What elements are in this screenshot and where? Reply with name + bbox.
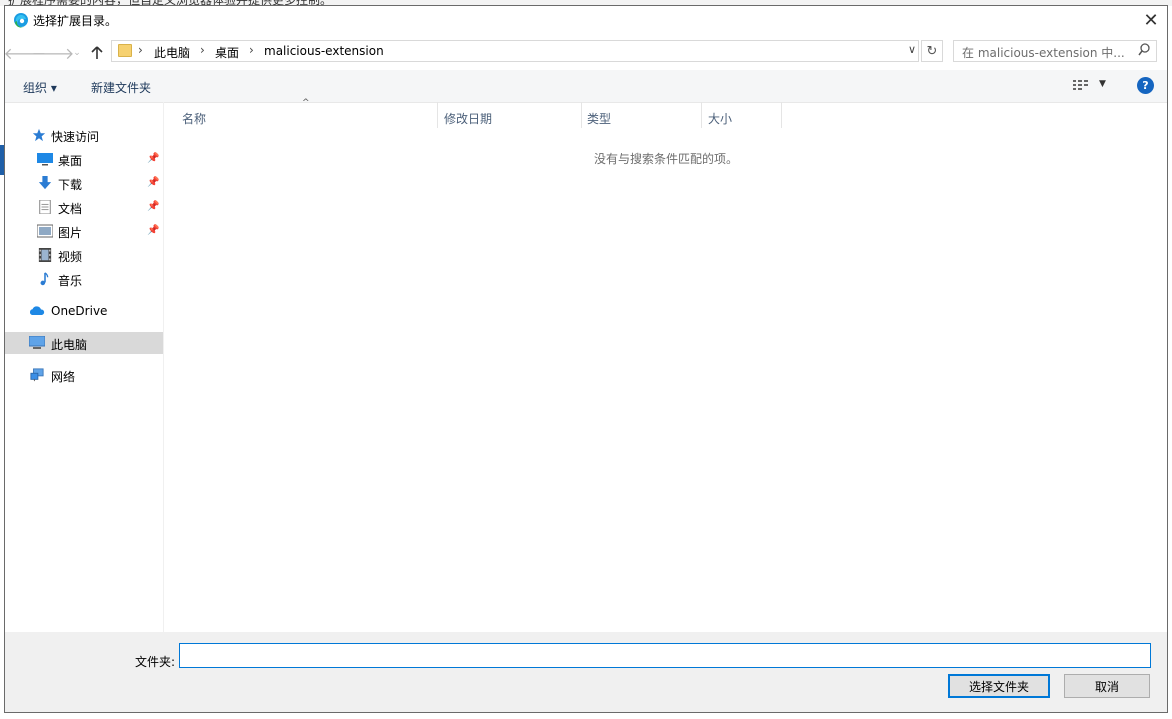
column-divider[interactable] — [581, 102, 582, 128]
organize-menu[interactable]: 组织 ▾ — [23, 79, 57, 96]
empty-results-message: 没有与搜索条件匹配的项。 — [594, 152, 739, 166]
nav-item-documents[interactable]: 文档 📌 — [5, 196, 163, 218]
edge-browser-icon — [14, 13, 28, 28]
select-folder-button[interactable]: 选择文件夹 — [948, 674, 1050, 698]
breadcrumb-separator-icon[interactable]: › — [200, 43, 205, 57]
music-icon — [40, 272, 49, 286]
column-divider[interactable] — [701, 102, 702, 128]
folder-name-input[interactable] — [179, 643, 1151, 668]
video-icon — [38, 248, 52, 262]
nav-item-pictures[interactable]: 图片 📌 — [5, 220, 163, 242]
new-folder-button[interactable]: 新建文件夹 — [91, 79, 151, 96]
pin-icon: 📌 — [147, 225, 160, 236]
search-placeholder: 在 malicious-extension 中... — [962, 46, 1125, 60]
column-header-name[interactable]: 名称 — [182, 110, 206, 127]
nav-label: 文档 — [58, 202, 83, 216]
navigation-pane: 快速访问 桌面 📌 下载 📌 文档 📌 图片 📌 视频 音乐 OneDrive … — [5, 102, 164, 632]
breadcrumb-this-pc[interactable]: 此电脑 — [154, 44, 190, 61]
nav-label: 网络 — [51, 370, 76, 384]
sort-ascending-icon: ^ — [302, 98, 310, 108]
breadcrumb-separator-icon[interactable]: › — [249, 43, 254, 57]
nav-label: 音乐 — [58, 274, 83, 288]
up-arrow-icon — [91, 46, 103, 59]
search-icon[interactable] — [1138, 43, 1150, 57]
cloud-icon — [29, 306, 45, 315]
pin-icon: 📌 — [147, 177, 160, 188]
nav-item-downloads[interactable]: 下载 📌 — [5, 172, 163, 194]
nav-this-pc[interactable]: 此电脑 — [5, 332, 163, 354]
nav-network[interactable]: 网络 — [5, 364, 163, 386]
file-list: ^ 名称 修改日期 类型 大小 没有与搜索条件匹配的项。 — [164, 98, 1164, 632]
breadcrumb-separator-icon[interactable]: › — [138, 43, 143, 57]
nav-item-videos[interactable]: 视频 — [5, 244, 163, 266]
pin-icon: 📌 — [147, 201, 160, 212]
folder-icon — [118, 44, 132, 57]
refresh-button[interactable]: ↻ — [921, 40, 943, 62]
close-button[interactable]: ✕ — [1135, 6, 1167, 34]
column-divider[interactable] — [781, 102, 782, 128]
column-header-size[interactable]: 大小 — [708, 110, 732, 127]
nav-item-music[interactable]: 音乐 — [5, 268, 163, 290]
command-bar: 组织 ▾ 新建文件夹 ▼ ? — [5, 70, 1167, 103]
nav-label: OneDrive — [51, 304, 108, 318]
nav-label: 图片 — [58, 226, 83, 240]
nav-label: 快速访问 — [51, 130, 100, 144]
download-icon — [38, 176, 52, 190]
nav-label: 下载 — [58, 178, 83, 192]
nav-item-desktop[interactable]: 桌面 📌 — [5, 148, 163, 170]
select-folder-dialog: 选择扩展目录。 ✕ 🡐 🡒 ⌄ › 此电脑 › 桌面 › malicious-e… — [4, 5, 1168, 713]
view-dropdown-icon[interactable]: ▼ — [1099, 79, 1106, 89]
search-box[interactable]: 在 malicious-extension 中... — [953, 40, 1157, 62]
help-button[interactable]: ? — [1137, 77, 1154, 94]
column-header-date-modified[interactable]: 修改日期 — [444, 110, 492, 127]
desktop-icon — [37, 153, 53, 166]
cancel-button[interactable]: 取消 — [1064, 674, 1150, 698]
column-header-type[interactable]: 类型 — [587, 110, 611, 127]
pictures-icon — [37, 224, 53, 238]
star-icon — [32, 128, 46, 142]
address-bar[interactable]: › 此电脑 › 桌面 › malicious-extension ∨ — [111, 40, 919, 62]
chevron-down-icon[interactable]: ∨ — [908, 43, 916, 56]
nav-label: 桌面 — [58, 154, 83, 168]
network-icon — [30, 368, 44, 382]
folder-field-label: 文件夹: — [135, 655, 176, 669]
recent-locations-dropdown[interactable]: ⌄ — [67, 43, 87, 63]
computer-icon — [29, 336, 45, 349]
pin-icon: 📌 — [147, 153, 160, 164]
dialog-footer: 文件夹: 选择文件夹 取消 — [5, 632, 1167, 712]
nav-label: 视频 — [58, 250, 83, 264]
address-row: 🡐 🡒 ⌄ › 此电脑 › 桌面 › malicious-extension ∨… — [4, 40, 1167, 66]
nav-label: 此电脑 — [51, 338, 88, 352]
title-bar: 选择扩展目录。 ✕ — [5, 6, 1167, 34]
nav-onedrive[interactable]: OneDrive — [5, 300, 163, 322]
up-button[interactable] — [87, 43, 107, 63]
breadcrumb-desktop[interactable]: 桌面 — [215, 44, 239, 61]
document-icon — [39, 200, 51, 214]
view-options-icon[interactable] — [1073, 79, 1089, 91]
dialog-title: 选择扩展目录。 — [33, 14, 118, 28]
column-divider[interactable] — [437, 102, 438, 128]
nav-quick-access[interactable]: 快速访问 — [5, 124, 163, 146]
breadcrumb-malicious-extension[interactable]: malicious-extension — [264, 44, 384, 58]
forward-button[interactable]: 🡒 — [32, 43, 75, 63]
